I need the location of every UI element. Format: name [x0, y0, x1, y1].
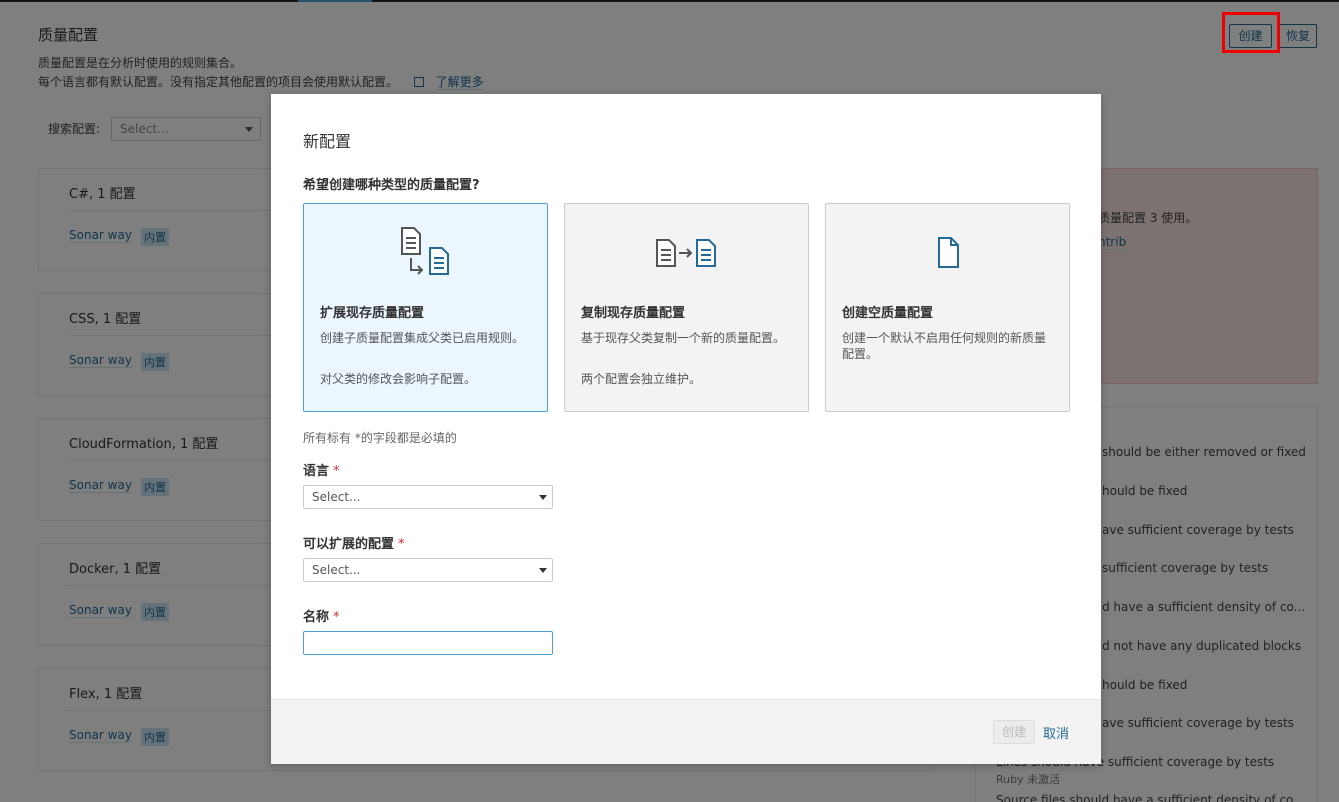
parent-profile-select-placeholder: Select... [312, 563, 361, 577]
option-title: 创建空质量配置 [842, 306, 934, 321]
option-blank-profile[interactable]: 创建空质量配置 创建一个默认不启用任何规则的新质量配置。 [825, 203, 1070, 412]
required-mark: * [333, 464, 340, 479]
chevron-down-icon [539, 568, 547, 573]
profile-type-question: 希望创建哪种类型的质量配置? [303, 178, 480, 193]
option-extend-profile[interactable]: 扩展现存质量配置 创建子质量配置集成父类已启用规则。 对父类的修改会影响子配置。 [303, 203, 548, 412]
required-mark: * [333, 610, 340, 625]
option-title: 复制现存质量配置 [581, 306, 686, 321]
option-title: 扩展现存质量配置 [320, 306, 425, 321]
extend-profile-icon [304, 222, 547, 280]
option-description: 创建子质量配置集成父类已启用规则。 [320, 331, 525, 345]
required-mark: * [398, 537, 405, 552]
create-button[interactable]: 创建 [993, 720, 1035, 744]
option-note: 对父类的修改会影响子配置。 [320, 372, 477, 386]
option-description: 基于现存父类复制一个新的质量配置。 [581, 331, 786, 345]
language-select-placeholder: Select... [312, 490, 361, 504]
option-description: 创建一个默认不启用任何规则的新质量配置。 [842, 331, 1047, 361]
option-copy-profile[interactable]: 复制现存质量配置 基于现存父类复制一个新的质量配置。 两个配置会独立维护。 [564, 203, 809, 412]
language-label-text: 语言 [303, 464, 330, 479]
language-select[interactable]: Select... [303, 485, 553, 509]
blank-file-icon [826, 222, 1069, 280]
parent-profile-select[interactable]: Select... [303, 558, 553, 582]
parent-profile-label: 可以扩展的配置 * [303, 533, 405, 552]
language-label: 语言 * [303, 460, 340, 479]
parent-profile-label-text: 可以扩展的配置 [303, 537, 395, 552]
required-fields-note: 所有标有 *的字段都是必填的 [303, 431, 457, 445]
cancel-link[interactable]: 取消 [1043, 723, 1069, 742]
highlight-annotation-box [1222, 12, 1280, 53]
name-input[interactable] [303, 631, 553, 655]
new-profile-modal: 新配置 希望创建哪种类型的质量配置? 扩展现存质量配置 创建子质量配置集成父类已… [271, 94, 1101, 764]
name-label: 名称 * [303, 606, 340, 625]
modal-footer: 创建 取消 [271, 699, 1101, 764]
modal-title: 新配置 [303, 132, 352, 151]
chevron-down-icon [539, 495, 547, 500]
copy-profile-icon [565, 222, 808, 280]
option-note: 两个配置会独立维护。 [581, 372, 702, 386]
name-label-text: 名称 [303, 610, 330, 625]
